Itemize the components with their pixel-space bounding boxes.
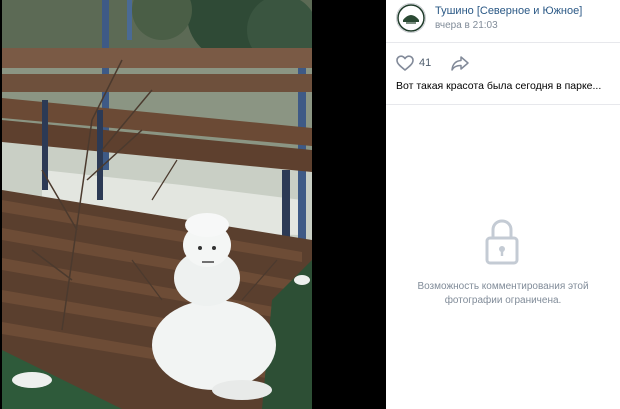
photo-area: [0, 0, 386, 409]
group-name-link[interactable]: Тушино [Северное и Южное]: [435, 5, 582, 17]
comments-restricted-message: Возможность комментирования этой фотогра…: [417, 281, 589, 306]
lock-icon: [485, 219, 519, 265]
group-avatar[interactable]: [396, 3, 426, 33]
like-count[interactable]: 41: [419, 57, 431, 69]
info-panel: Тушино [Северное и Южное] вчера в 21:03 …: [386, 0, 620, 409]
comments-divider: [386, 104, 620, 105]
post-actions: 41: [386, 52, 620, 76]
photo[interactable]: [2, 0, 312, 409]
share-arrow-icon[interactable]: [450, 54, 470, 72]
group-emblem-icon: [397, 4, 425, 32]
photo-viewer: Тушино [Северное и Южное] вчера в 21:03 …: [0, 0, 620, 409]
heart-icon[interactable]: [396, 55, 414, 71]
post-header: Тушино [Северное и Южное] вчера в 21:03: [386, 0, 620, 38]
post-timestamp[interactable]: вчера в 21:03: [435, 20, 498, 31]
header-divider: [386, 42, 620, 43]
post-caption: Вот такая красота была сегодня в парке..…: [396, 80, 602, 92]
